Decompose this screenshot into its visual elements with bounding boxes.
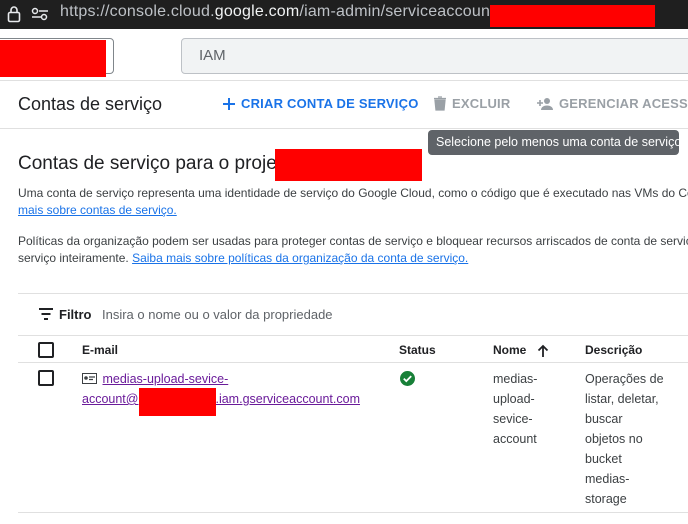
trash-icon xyxy=(434,96,446,111)
service-account-icon xyxy=(82,373,97,384)
column-email[interactable]: E-mail xyxy=(82,343,118,357)
service-account-email-link[interactable]: medias-upload-sevice- account@ .iam.gserv… xyxy=(82,369,360,409)
search-input[interactable]: IAM xyxy=(181,38,688,74)
redaction xyxy=(139,388,216,416)
lock-icon[interactable] xyxy=(7,5,21,23)
learn-more-link[interactable]: mais sobre contas de serviço. xyxy=(18,203,177,217)
redaction xyxy=(0,40,106,77)
policy-paragraph: Políticas da organização podem ser usada… xyxy=(18,234,688,265)
column-name[interactable]: Nome xyxy=(493,343,549,357)
column-description[interactable]: Descrição xyxy=(585,343,642,357)
search-value: IAM xyxy=(199,47,226,64)
redaction xyxy=(490,5,655,27)
filter-label: Filtro xyxy=(59,307,92,322)
org-policy-link[interactable]: Saiba mais sobre políticas da organizaçã… xyxy=(132,251,468,265)
filter-bar: Filtro Insira o nome ou o valor da propr… xyxy=(18,293,688,336)
page-title: Contas de serviço xyxy=(18,94,163,114)
row-checkbox[interactable] xyxy=(38,370,54,386)
service-account-name: medias- upload- sevice- account xyxy=(493,372,538,446)
description-paragraph: Uma conta de serviço representa uma iden… xyxy=(18,186,688,217)
filter-input[interactable]: Insira o nome ou o valor da propriedade xyxy=(102,307,333,322)
service-account-description: Operações de listar, deletar, buscar obj… xyxy=(585,372,664,506)
site-settings-icon[interactable] xyxy=(31,7,49,21)
table-row: medias-upload-sevice- account@ .iam.gserv… xyxy=(18,363,688,513)
create-service-account-button[interactable]: CRIAR CONTA DE SERVIÇO xyxy=(222,96,419,111)
column-status[interactable]: Status xyxy=(399,343,436,357)
table-header: E-mail Status Nome Descrição xyxy=(18,336,688,363)
tooltip: Selecione pelo menos uma conta de serviç… xyxy=(428,130,681,155)
select-all-checkbox[interactable] xyxy=(38,342,54,358)
console-top-bar: IAM xyxy=(0,29,688,81)
page-header: Contas de serviço CRIAR CONTA DE SERVIÇO… xyxy=(0,81,688,129)
sort-arrow-up-icon xyxy=(538,344,549,357)
person-add-icon xyxy=(537,97,553,110)
add-icon xyxy=(223,97,235,110)
section-heading: Contas de serviço para o projeto xyxy=(18,153,293,174)
url-text[interactable]: https://console.cloud.google.com/iam-adm… xyxy=(60,3,503,21)
delete-button[interactable]: EXCLUIR xyxy=(433,96,510,111)
filter-icon[interactable] xyxy=(39,308,53,320)
browser-url-bar[interactable]: https://console.cloud.google.com/iam-adm… xyxy=(0,0,688,29)
status-check-icon xyxy=(400,371,415,386)
manage-access-button[interactable]: GERENCIAR ACESSO xyxy=(537,96,688,111)
redaction xyxy=(275,149,422,181)
